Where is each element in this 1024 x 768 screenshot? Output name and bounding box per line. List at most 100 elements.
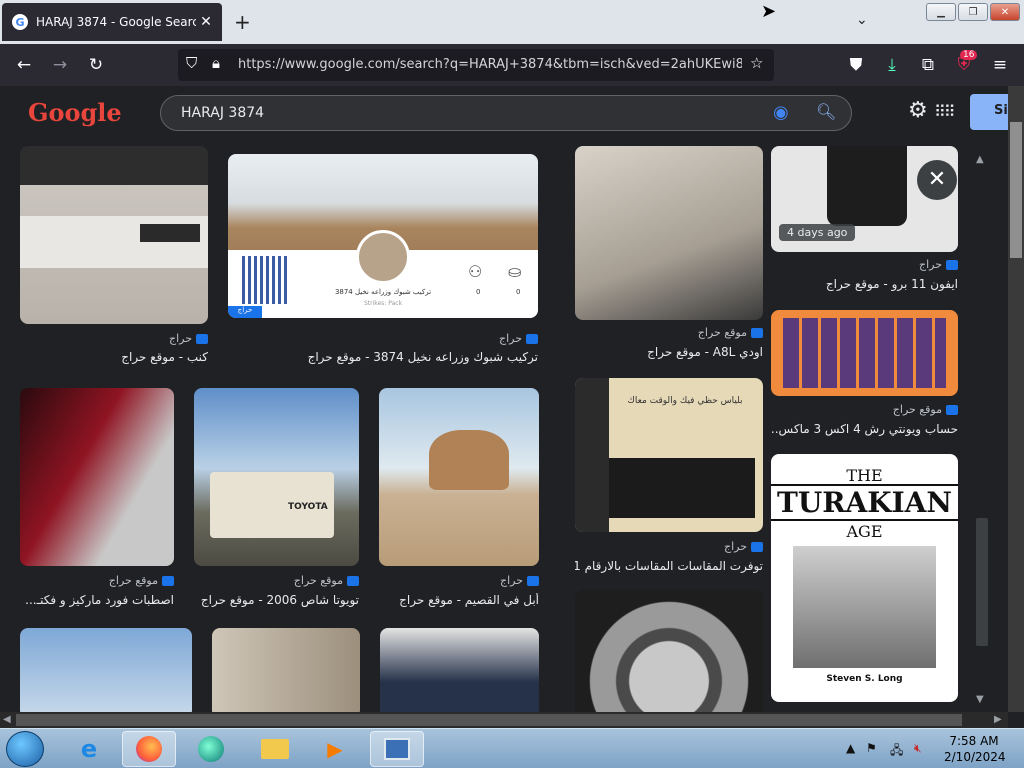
internet-explorer-icon[interactable]: e <box>62 731 116 767</box>
control-panel-icon[interactable] <box>370 731 424 767</box>
maximize-button[interactable]: ❐ <box>958 3 988 21</box>
start-button[interactable] <box>6 731 44 767</box>
file-explorer-icon[interactable] <box>248 731 302 767</box>
box-inscription: بلياس حظي فيك والوقت معاك <box>627 396 743 406</box>
result-image-audi[interactable] <box>575 146 763 320</box>
url-text: https://www.google.com/search?q=HARAJ+38… <box>238 57 742 72</box>
forward-icon[interactable]: → <box>48 53 72 77</box>
result-caption[interactable]: اصطبات فورد ماركيز و فكتـ... <box>20 593 174 607</box>
result-caption[interactable]: تويوتا شاص 2006 - موقع حراج <box>194 593 359 607</box>
people-icon: ⚇ <box>468 262 483 281</box>
volume-muted-icon[interactable]: 🔇︎ <box>914 741 922 756</box>
clock-date: 2/10/2024 <box>944 750 1006 764</box>
result-image-book-cover[interactable]: THE TURAKIAN AGE Steven S. Long <box>771 454 958 702</box>
network-icon[interactable]: 🖧︎ <box>890 741 903 762</box>
result-image-wheel[interactable] <box>575 590 763 712</box>
scroll-down-icon[interactable]: ▼ <box>976 694 984 705</box>
result-source[interactable]: حراج <box>575 540 763 553</box>
list-tabs-chevron-icon[interactable]: ⌄ <box>856 12 868 28</box>
result-source[interactable]: موقع حراج <box>20 574 174 587</box>
overlay-count-2: 0 <box>516 288 521 296</box>
result-source[interactable]: حراج <box>20 332 208 345</box>
firefox-icon[interactable] <box>122 731 176 767</box>
action-center-flag-icon[interactable]: ⚑ <box>866 741 877 755</box>
close-tab-icon[interactable]: ✕ <box>196 14 216 30</box>
result-caption[interactable]: ايفون 11 برو - موقع حراج <box>771 277 958 291</box>
result-image-camel[interactable] <box>379 388 539 566</box>
result-image-gift-box[interactable]: بلياس حظي فيك والوقت معاك <box>575 378 763 532</box>
overlay-tag: حراج <box>228 306 262 318</box>
google-header: Google HARAJ 3874 ◉ 🔍︎ ⚙ ⠿⠿ Si <box>0 86 1024 142</box>
overlay-count-1: 0 <box>476 288 481 296</box>
results-scrollbar[interactable]: ▲ ▼ <box>972 142 992 712</box>
search-input[interactable]: HARAJ 3874 <box>181 105 264 121</box>
extensions-icon[interactable]: ⧉ <box>916 53 940 77</box>
pocket-icon[interactable]: ⛊ <box>844 53 868 77</box>
active-tab[interactable]: G HARAJ 3874 - Google Search ✕ <box>2 3 222 41</box>
image-results-grid: حراج كنب - موقع حراج تركيب شبوك وزراعه ن… <box>0 142 1008 712</box>
new-tab-icon[interactable]: + <box>234 10 251 34</box>
truck-brand-text: TOYOTA <box>288 502 328 512</box>
result-caption[interactable]: كنب - موقع حراج <box>20 350 208 364</box>
result-source[interactable]: موقع حراج <box>194 574 359 587</box>
book-title-line-2: TURAKIAN <box>771 484 958 521</box>
system-clock[interactable]: 7:58 AM 2/10/2024 <box>944 733 1006 765</box>
google-favicon-icon: G <box>12 14 28 30</box>
search-icon[interactable]: 🔍︎ <box>816 102 836 121</box>
chat-app-icon[interactable] <box>184 731 238 767</box>
back-icon[interactable]: ← <box>12 53 36 77</box>
search-box[interactable]: HARAJ 3874 ◉ 🔍︎ <box>160 95 852 131</box>
result-image-toyota[interactable]: TOYOTA <box>194 388 359 566</box>
result-caption[interactable]: تركيب شبوك وزراعه نخيل 3874 - موقع حراج <box>228 350 538 364</box>
apps-grid-icon[interactable]: ⠿⠿ <box>934 102 955 121</box>
media-player-icon[interactable]: ▶ <box>308 731 362 767</box>
result-source[interactable]: حراج <box>228 332 538 345</box>
result-image-bird[interactable] <box>212 628 360 712</box>
reload-icon[interactable]: ↻ <box>84 53 108 77</box>
menu-icon[interactable]: ≡ <box>988 53 1012 77</box>
lock-icon[interactable]: 🔒︎ <box>212 54 220 72</box>
result-caption[interactable]: توفرت المقاسات المقاسات بالارقام 1... <box>575 559 763 573</box>
result-image-shoes[interactable] <box>380 628 539 712</box>
extension-badge: 16 <box>960 50 978 60</box>
url-bar[interactable]: ⛉ 🔒︎ https://www.google.com/search?q=HAR… <box>178 49 774 81</box>
page-vertical-scrollbar[interactable] <box>1008 86 1024 712</box>
show-hidden-icons-icon[interactable]: ▲ <box>846 741 855 755</box>
settings-gear-icon[interactable]: ⚙ <box>908 98 928 123</box>
scroll-up-icon[interactable]: ▲ <box>976 154 984 165</box>
result-image-game-account[interactable] <box>771 310 958 396</box>
result-caption[interactable]: اودي A8L - موقع حراج <box>575 345 763 359</box>
bookmark-star-icon[interactable]: ☆ <box>750 54 763 72</box>
result-image-street[interactable] <box>20 628 192 712</box>
google-lens-icon[interactable]: ◉ <box>773 102 789 123</box>
age-badge: 4 days ago <box>779 224 856 241</box>
results-scroll-thumb[interactable] <box>976 518 988 646</box>
shield-icon[interactable]: ⛉ <box>186 54 197 72</box>
result-source[interactable]: موقع حراج <box>575 326 763 339</box>
browser-tab-strip: G HARAJ 3874 - Google Search ✕ + ➤ ⌄ ▁ ❐… <box>0 0 1024 44</box>
page-horizontal-scrollbar[interactable]: ◀ ▶ <box>0 712 1008 728</box>
result-source[interactable]: حراج <box>379 574 539 587</box>
result-caption[interactable]: أبل في القصيم - موقع حراج <box>379 593 539 607</box>
overlay-title: تركيب شبوك وزراعه نخيل 3874 <box>334 288 432 296</box>
close-window-button[interactable]: ✕ <box>990 3 1020 21</box>
minimize-button[interactable]: ▁ <box>926 3 956 21</box>
result-source[interactable]: موقع حراج <box>771 403 958 416</box>
close-preview-button[interactable]: ✕ <box>917 160 957 200</box>
result-source[interactable]: حراج <box>771 258 958 271</box>
google-doodle-logo[interactable]: Google <box>28 98 122 127</box>
book-title-line-1: THE <box>846 466 883 485</box>
overlay-subtitle: Strikes: Pack <box>363 300 403 307</box>
downloads-icon[interactable]: ⤓ <box>880 53 904 77</box>
horizontal-scroll-thumb[interactable] <box>16 714 962 726</box>
scroll-left-icon[interactable]: ◀ <box>3 714 11 725</box>
result-image-fence[interactable]: تركيب شبوك وزراعه نخيل 3874 Strikes: Pac… <box>228 154 538 318</box>
qr-code-icon <box>242 256 290 304</box>
scroll-right-icon[interactable]: ▶ <box>994 714 1002 725</box>
windows-taskbar: e ▶ ▲ ⚑ 🖧︎ 🔇︎ 7:58 AM 2/10/2024 <box>0 728 1024 768</box>
result-image-tv-stand[interactable] <box>20 146 208 324</box>
page-scroll-thumb[interactable] <box>1010 122 1022 258</box>
bag-icon: ⛀ <box>508 262 522 281</box>
result-caption[interactable]: حساب ويونتي رش 4 اكس 3 ماكس... <box>771 422 958 436</box>
result-image-tail-light[interactable] <box>20 388 174 566</box>
